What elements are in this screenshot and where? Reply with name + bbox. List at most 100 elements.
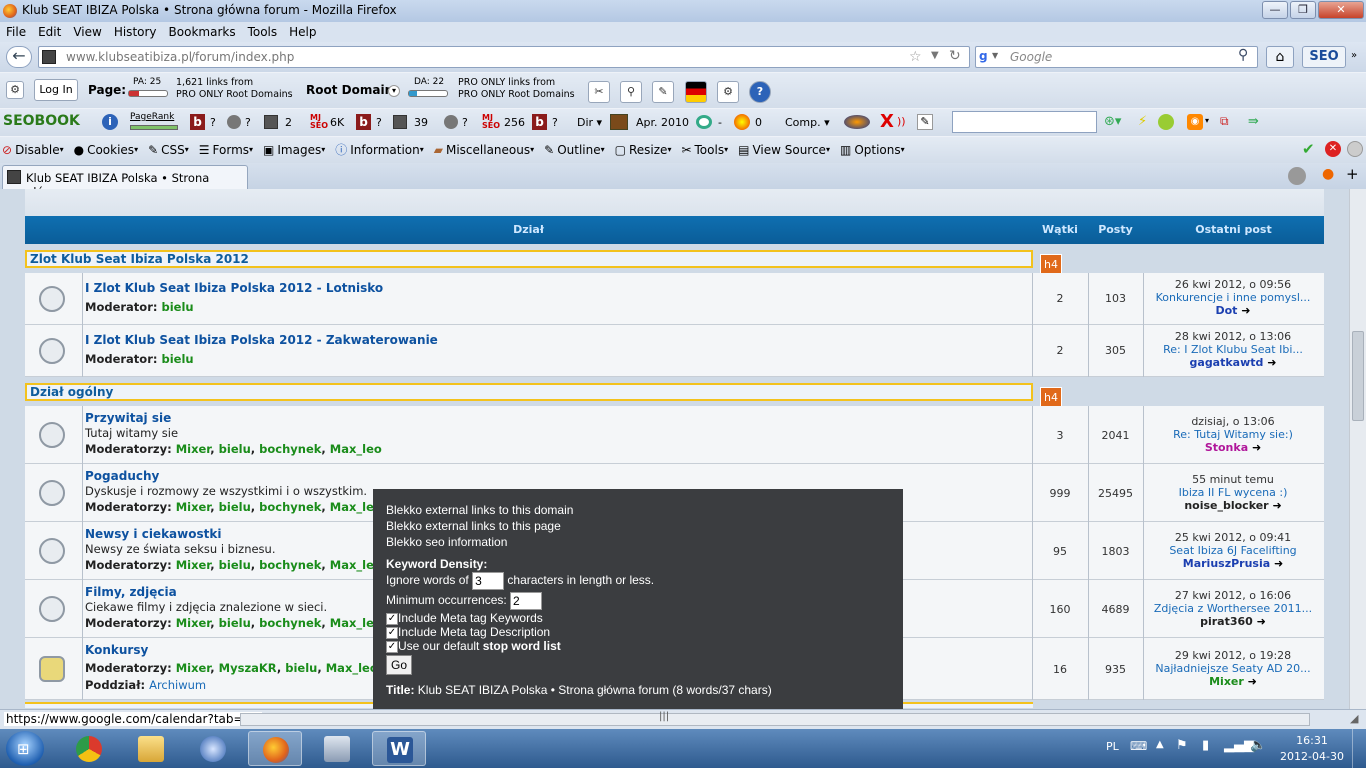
moderator-link[interactable]: Mixer [176,500,211,514]
category-title[interactable]: Dział ogólny [25,383,1033,401]
last-post-topic[interactable]: Re: I Zlot Klubu Seat Ibi... [1143,343,1323,356]
menu-tools[interactable]: Tools [248,25,278,39]
meta-description-checkbox[interactable]: ✓ [386,626,398,639]
close-button[interactable]: ✕ [1318,1,1364,19]
moderator-link[interactable]: Mixer [176,558,211,572]
search-box[interactable]: g ▼ Google ⚲ [975,46,1258,68]
devbar-css[interactable]: CSS [161,143,185,157]
dropdown-arrow-icon[interactable]: ▼ [931,50,939,61]
moderator-link[interactable]: bochynek [259,558,321,572]
reload-icon[interactable]: ↻ [949,48,961,64]
german-flag-icon[interactable] [685,81,707,103]
devbar-images[interactable]: Images [277,143,321,157]
archive-icon[interactable] [610,114,628,130]
goto-post-icon[interactable]: ➜ [1274,557,1283,570]
category-title[interactable]: Zlot Klub Seat Ibiza Polska 2012 [25,250,1033,268]
goto-post-icon[interactable]: ➜ [1257,615,1266,628]
vertical-scrollbar[interactable] [1349,189,1366,709]
globe-icon[interactable] [227,115,241,129]
devbar-view-source[interactable]: View Source [752,143,826,157]
grid-icon[interactable] [393,115,407,129]
last-post-author[interactable]: Dot [1215,304,1237,317]
clock-date[interactable]: 2012-04-30 [1278,750,1346,763]
export-icon[interactable]: ⇛ [1248,114,1259,129]
min-occurrences-input[interactable]: 2 [510,592,543,610]
backlinks-icon[interactable]: b [356,114,371,130]
clock-time[interactable]: 16:31 [1282,734,1342,747]
search-icon[interactable]: ⚲ [1238,47,1248,63]
mozbar-icon[interactable]: ⚙ [6,81,24,99]
devbar-resize[interactable]: Resize [629,143,667,157]
devbar-miscellaneous[interactable]: Miscellaneous [446,143,530,157]
go-button[interactable]: Go [386,655,412,675]
menu-edit[interactable]: Edit [38,25,61,39]
tools-icon[interactable]: ✂ [588,81,610,103]
moderator-link[interactable]: MyszaKR [219,661,277,675]
devbar-outline[interactable]: Outline [557,143,600,157]
moderator-link[interactable]: Max_leo [330,442,382,456]
gear-icon[interactable]: ⚙ [717,81,739,103]
devbar-information[interactable]: Information [350,143,419,157]
majestic-icon[interactable]: MJ SEO [482,114,500,130]
show-desktop-button[interactable] [1352,729,1366,768]
volume-icon[interactable]: 🔈 [1250,738,1266,753]
forum-title[interactable]: Przywitaj sie [85,411,171,425]
menu-history[interactable]: History [114,25,157,39]
moderator-link[interactable]: bochynek [259,442,321,456]
last-post-topic[interactable]: Ibiza II FL wycena :) [1143,486,1323,499]
magnifier-icon[interactable]: ⚲ [620,81,642,103]
taskbar-computer[interactable] [310,731,364,766]
moderator-link[interactable]: bielu [162,352,194,366]
forum-title[interactable]: I Zlot Klub Seat Ibiza Polska 2012 - Lot… [85,281,383,295]
goto-post-icon[interactable]: ➜ [1272,499,1281,512]
goto-post-icon[interactable]: ➜ [1267,356,1276,369]
info-icon[interactable]: i [102,114,118,130]
overflow-chevron-icon[interactable]: » [1351,50,1357,61]
last-post-topic[interactable]: Zdjęcia z Worthersee 2011... [1143,602,1323,615]
spider-icon[interactable] [844,115,870,129]
meta-keywords-checkbox[interactable]: ✓ [386,612,398,625]
moderator-link[interactable]: Max_leo [326,661,378,675]
grid-icon[interactable] [264,115,278,129]
moderator-link[interactable]: Mixer [176,616,211,630]
moderator-link[interactable]: Mixer [176,442,211,456]
backlinks-icon[interactable]: b [532,114,547,130]
tab-groups-icon[interactable] [1288,167,1306,185]
ball-icon[interactable] [1158,114,1174,130]
last-post-author[interactable]: MariuszPrusia [1183,557,1270,570]
dropdown-arrow-icon[interactable]: ▾ [1205,116,1209,125]
last-post-topic[interactable]: Re: Tutaj Witamy sie:) [1143,428,1323,441]
last-post-author[interactable]: noise_blocker [1184,499,1268,512]
forum-title[interactable]: I Zlot Klub Seat Ibiza Polska 2012 - Zak… [85,333,438,347]
moderator-link[interactable]: bielu [219,558,251,572]
rss-icon[interactable]: ◉ [1187,114,1203,130]
forum-title[interactable]: Newsy i ciekawostki [85,527,221,541]
majestic-icon[interactable]: MJ SEO [310,114,328,130]
notes-icon[interactable]: ✎ [917,114,933,130]
tray-arrow-icon[interactable]: ▲ [1156,739,1164,750]
status-circle-icon[interactable] [1347,141,1363,157]
blekko-domain-link[interactable]: Blekko external links to this domain [386,503,890,517]
taskbar-firefox[interactable] [248,731,302,766]
url-bar[interactable]: www.klubseatibiza.pl /forum/index.php ☆ … [38,46,970,68]
last-post-author[interactable]: Mixer [1209,675,1244,688]
eye-dropdown-icon[interactable]: ⊛▾ [1104,114,1121,129]
horizontal-scrollbar[interactable]: ||| [240,711,1310,726]
scrollbar-thumb[interactable] [1352,331,1364,421]
moderator-link[interactable]: bielu [285,661,317,675]
devbar-cookies[interactable]: Cookies [87,143,134,157]
back-arrow-icon[interactable]: ← [6,46,32,68]
last-post-author[interactable]: gagatkawtd [1190,356,1264,369]
taskbar-explorer[interactable] [124,731,178,766]
backlinks-icon[interactable]: b [190,114,205,130]
x-icon[interactable]: X [880,111,894,132]
circle-icon[interactable] [696,115,712,129]
seo-button[interactable]: SEO [1302,46,1346,68]
error-icon[interactable]: ✕ [1325,141,1341,157]
moderator-link[interactable]: bielu [219,500,251,514]
seobook-search-input[interactable] [952,111,1097,133]
menu-view[interactable]: View [73,25,101,39]
forum-title[interactable]: Filmy, zdjęcia [85,585,177,599]
battery-icon[interactable]: ▮ [1202,738,1209,753]
last-post-topic[interactable]: Najładniejsze Seaty AD 20... [1143,662,1323,675]
